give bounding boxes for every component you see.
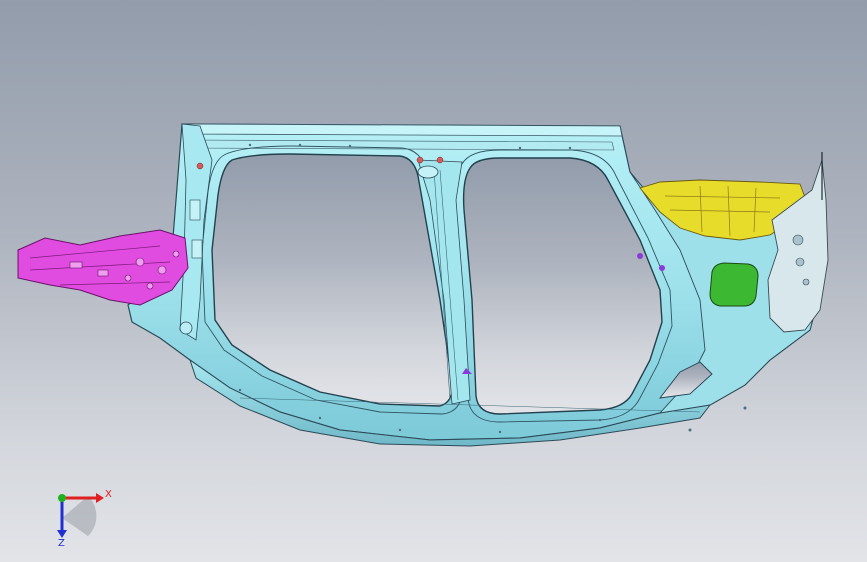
- x-axis-label: X: [105, 489, 112, 500]
- b-pillar-hole: [417, 165, 439, 179]
- x-axis-arrow: [96, 493, 104, 503]
- body-side-model[interactable]: [0, 0, 867, 562]
- roof-rail: [181, 123, 623, 137]
- y-axis-dot: [58, 494, 66, 502]
- cad-viewport[interactable]: X Z: [0, 0, 867, 562]
- fuel-door-green[interactable]: [709, 262, 759, 307]
- coordinate-triad: X Z: [57, 489, 112, 548]
- z-axis-label: Z: [58, 538, 65, 548]
- hinge-bolt: [179, 321, 193, 335]
- z-axis-arrow: [57, 530, 67, 538]
